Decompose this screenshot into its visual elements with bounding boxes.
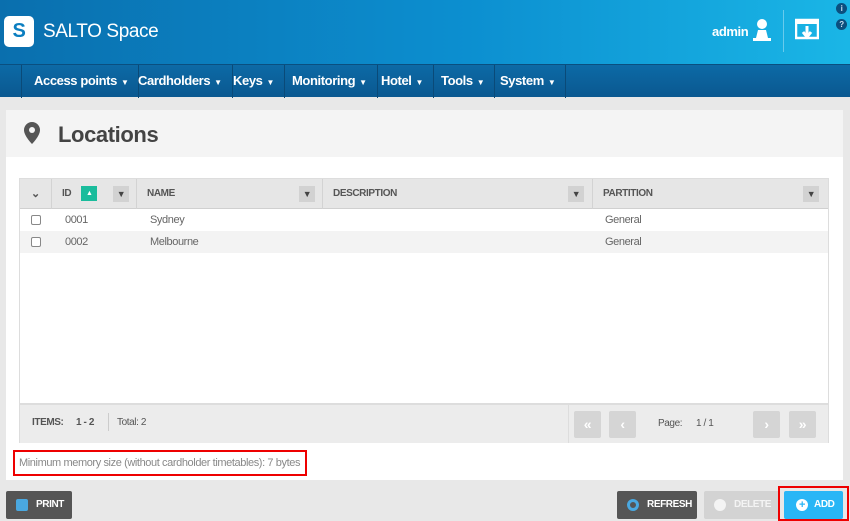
column-label: PARTITION (603, 188, 653, 199)
cell-name: Sydney (150, 214, 185, 226)
first-page-button[interactable]: « (574, 411, 601, 438)
button-label: REFRESH (647, 499, 692, 510)
items-total: Total: 2 (117, 417, 147, 428)
download-icon[interactable] (795, 18, 819, 42)
page-value: 1 / 1 (696, 418, 714, 429)
nav-monitoring[interactable]: Monitoring ▼ (280, 65, 378, 98)
refresh-button[interactable]: REFRESH (617, 491, 697, 519)
column-name[interactable]: NAME (137, 179, 323, 209)
plus-circle-icon: + (796, 499, 808, 511)
nav-system[interactable]: System ▼ (488, 65, 567, 98)
filter-icon[interactable]: ▼ (113, 186, 129, 202)
help-icon[interactable]: ? (836, 19, 847, 30)
add-button[interactable]: + ADD (784, 491, 843, 519)
grid-header: ⌄ ID ▲ ▼ NAME ▼ DESCRIPTION ▼ PARTITION ▼ (20, 179, 828, 209)
sort-ascending-icon[interactable]: ▲ (81, 185, 98, 201)
page-label: Page: (658, 418, 683, 429)
grid-footer: ITEMS: 1 - 2 Total: 2 « ‹ Page: 1 / 1 › … (20, 403, 828, 443)
cell-name: Melbourne (150, 236, 199, 248)
location-pin-icon (24, 122, 40, 144)
info-icon[interactable]: i (836, 3, 847, 14)
footer-divider (108, 413, 109, 431)
row-checkbox[interactable] (31, 237, 41, 247)
chevron-down-icon: ▼ (476, 78, 485, 87)
column-description[interactable]: DESCRIPTION (323, 179, 593, 209)
items-label: ITEMS: (32, 417, 64, 428)
column-partition[interactable]: PARTITION (593, 179, 828, 209)
user-name[interactable]: admin (712, 24, 749, 39)
chevron-down-icon: ▼ (547, 78, 556, 87)
brand-name: SALTO Space (43, 21, 159, 42)
salto-logo: S (4, 16, 34, 47)
printer-icon (16, 499, 28, 511)
button-label: PRINT (36, 499, 65, 510)
locations-grid: ⌄ ID ▲ ▼ NAME ▼ DESCRIPTION ▼ PARTITION ▼… (19, 178, 829, 443)
nav-label: Cardholders (138, 73, 211, 88)
title-bar: Locations (6, 110, 843, 157)
nav-label: Hotel (381, 73, 412, 88)
app-header: S SALTO Space admin i ? (0, 0, 850, 64)
nav-tools[interactable]: Tools ▼ (429, 65, 496, 98)
page-title: Locations (58, 122, 159, 147)
chevron-down-icon: ▼ (415, 78, 424, 87)
row-checkbox[interactable] (31, 215, 41, 225)
user-icon[interactable] (752, 18, 772, 42)
delete-button[interactable]: DELETE (704, 491, 779, 519)
last-page-button[interactable]: » (789, 411, 816, 438)
cell-id: 0001 (65, 214, 88, 226)
refresh-icon (627, 499, 639, 511)
cell-partition: General (605, 214, 642, 226)
select-all-chevron-icon[interactable]: ⌄ (20, 179, 52, 209)
button-label: DELETE (734, 499, 772, 510)
table-row[interactable]: 0001 Sydney General (20, 209, 828, 231)
filter-icon[interactable]: ▼ (299, 186, 315, 202)
minus-circle-icon (714, 499, 726, 511)
nav-label: Tools (441, 73, 473, 88)
button-label: ADD (814, 499, 835, 510)
cell-partition: General (605, 236, 642, 248)
nav-keys[interactable]: Keys ▼ (221, 65, 286, 98)
content-panel: Locations ⌄ ID ▲ ▼ NAME ▼ DESCRIPTION ▼ P… (6, 110, 843, 480)
next-page-button[interactable]: › (753, 411, 780, 438)
prev-page-button[interactable]: ‹ (609, 411, 636, 438)
header-divider (783, 10, 784, 52)
nav-label: System (500, 73, 544, 88)
column-label: NAME (147, 188, 175, 199)
chevron-down-icon: ▼ (359, 78, 367, 87)
column-label: ID (62, 188, 72, 199)
items-range: 1 - 2 (76, 417, 95, 428)
footer-divider (568, 405, 569, 443)
chevron-down-icon: ▼ (266, 78, 275, 87)
nav-label: Keys (233, 73, 263, 88)
print-button[interactable]: PRINT (6, 491, 72, 519)
memory-size-note: Minimum memory size (without cardholder … (13, 450, 307, 476)
filter-icon[interactable]: ▼ (568, 186, 584, 202)
filter-icon[interactable]: ▼ (803, 186, 819, 202)
nav-label: Monitoring (292, 73, 356, 88)
nav-cardholders[interactable]: Cardholders ▼ (126, 65, 233, 98)
table-row[interactable]: 0002 Melbourne General (20, 231, 828, 253)
main-nav: Access points ▼ Cardholders ▼ Keys ▼ Monito… (0, 64, 850, 98)
cell-id: 0002 (65, 236, 88, 248)
nav-hotel[interactable]: Hotel ▼ (369, 65, 435, 98)
nav-label: Access points (34, 73, 117, 88)
column-label: DESCRIPTION (333, 188, 397, 199)
nav-access-points[interactable]: Access points ▼ (21, 65, 140, 98)
